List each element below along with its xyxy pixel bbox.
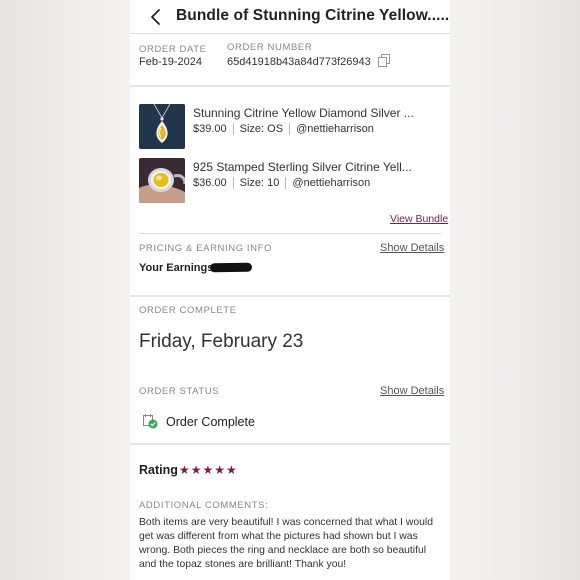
rating-stars: ★★★★★: [179, 463, 238, 477]
back-arrow-icon[interactable]: [148, 8, 164, 26]
order-complete-label: ORDER COMPLETE: [139, 305, 237, 316]
order-status-label: ORDER STATUS: [139, 386, 220, 397]
item-seller[interactable]: @nettieharrison: [296, 123, 374, 135]
ring-image: [139, 158, 185, 203]
order-status-value: Order Complete: [166, 415, 255, 429]
view-bundle-link[interactable]: View Bundle: [390, 213, 448, 225]
divider: [139, 233, 441, 234]
item-seller[interactable]: @nettieharrison: [292, 177, 370, 189]
item-price: $39.00: [193, 123, 227, 135]
page-title: Bundle of Stunning Citrine Yellow......: [176, 7, 450, 24]
comment-text: Both items are very beautiful! I was con…: [139, 517, 433, 570]
pricing-label: PRICING & EARNING INFO: [139, 243, 273, 254]
order-number-label: ORDER NUMBER: [227, 42, 313, 53]
order-details-screen: Bundle of Stunning Citrine Yellow...... …: [130, 0, 450, 580]
background-left: [0, 0, 130, 580]
necklace-image: [139, 104, 185, 149]
item-meta: $36.00 Size: 10 @nettieharrison: [193, 177, 370, 190]
header: Bundle of Stunning Citrine Yellow......: [130, 0, 450, 34]
item-title[interactable]: 925 Stamped Sterling Silver Citrine Yell…: [193, 160, 412, 174]
redacted-earnings: [209, 262, 253, 273]
background-right: [450, 0, 580, 580]
divider: [130, 33, 450, 34]
order-date-value: Feb-19-2024: [139, 56, 202, 68]
order-date-label: ORDER DATE: [139, 44, 207, 55]
completion-date: Friday, February 23: [139, 331, 304, 352]
status-show-details-link[interactable]: Show Details: [380, 385, 444, 397]
item-size: Size: 10: [239, 177, 280, 189]
item-meta: $39.00 Size: OS @nettieharrison: [193, 123, 374, 136]
section-divider: [130, 85, 450, 87]
copy-icon[interactable]: [378, 54, 390, 67]
item-size: Size: OS: [239, 123, 284, 135]
order-complete-icon: [143, 414, 158, 429]
rating-label: Rating: [139, 463, 178, 477]
earnings-label: Your Earnings:: [139, 262, 218, 274]
section-divider: [130, 295, 450, 297]
item-thumbnail-necklace[interactable]: [139, 104, 185, 149]
pricing-show-details-link[interactable]: Show Details: [380, 242, 444, 254]
item-title[interactable]: Stunning Citrine Yellow Diamond Silver .…: [193, 106, 414, 120]
order-number-value[interactable]: 65d41918b43a84d773f26943: [227, 56, 371, 68]
item-thumbnail-ring[interactable]: [139, 158, 185, 203]
section-divider: [130, 443, 450, 445]
item-price: $36.00: [193, 177, 227, 189]
comments-label: ADDITIONAL COMMENTS:: [139, 500, 269, 511]
